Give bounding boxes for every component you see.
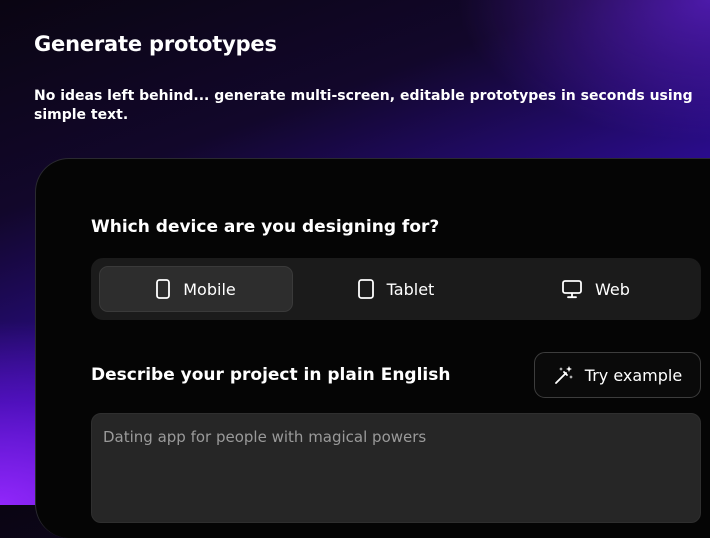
- monitor-icon: [562, 279, 582, 299]
- describe-project-label: Describe your project in plain English: [91, 365, 451, 385]
- tablet-icon: [357, 279, 374, 299]
- magic-wand-icon: [553, 364, 575, 386]
- hero-subtitle: No ideas left behind... generate multi-s…: [34, 88, 693, 123]
- device-selector: Mobile Tablet Web: [91, 258, 701, 320]
- device-question: Which device are you designing for?: [91, 217, 440, 237]
- hero-title: Generate prototypes: [34, 32, 277, 56]
- device-option-mobile[interactable]: Mobile: [99, 266, 293, 312]
- device-option-label: Tablet: [386, 279, 435, 299]
- device-option-label: Web: [595, 279, 630, 299]
- mobile-icon: [156, 279, 171, 299]
- device-option-tablet[interactable]: Tablet: [299, 266, 493, 312]
- device-option-label: Mobile: [183, 279, 236, 299]
- project-description-input[interactable]: [91, 413, 701, 523]
- try-example-button[interactable]: Try example: [534, 352, 701, 398]
- device-option-web[interactable]: Web: [499, 266, 693, 312]
- try-example-label: Try example: [584, 365, 683, 385]
